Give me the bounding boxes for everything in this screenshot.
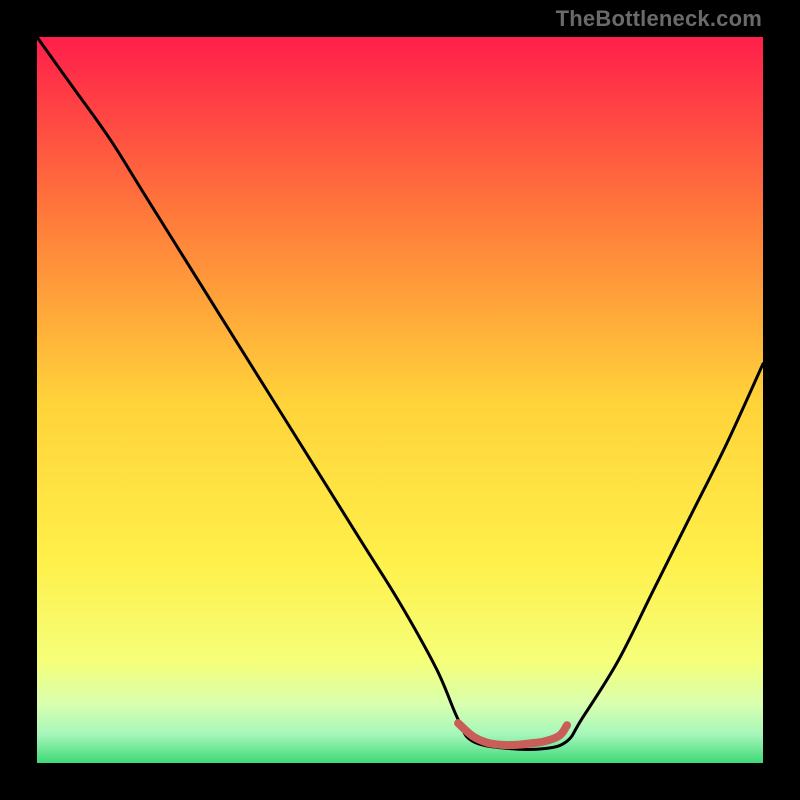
chart-frame: TheBottleneck.com — [0, 0, 800, 800]
plot-area — [37, 37, 763, 763]
heat-gradient-background — [37, 37, 763, 763]
watermark-text: TheBottleneck.com — [556, 6, 762, 32]
